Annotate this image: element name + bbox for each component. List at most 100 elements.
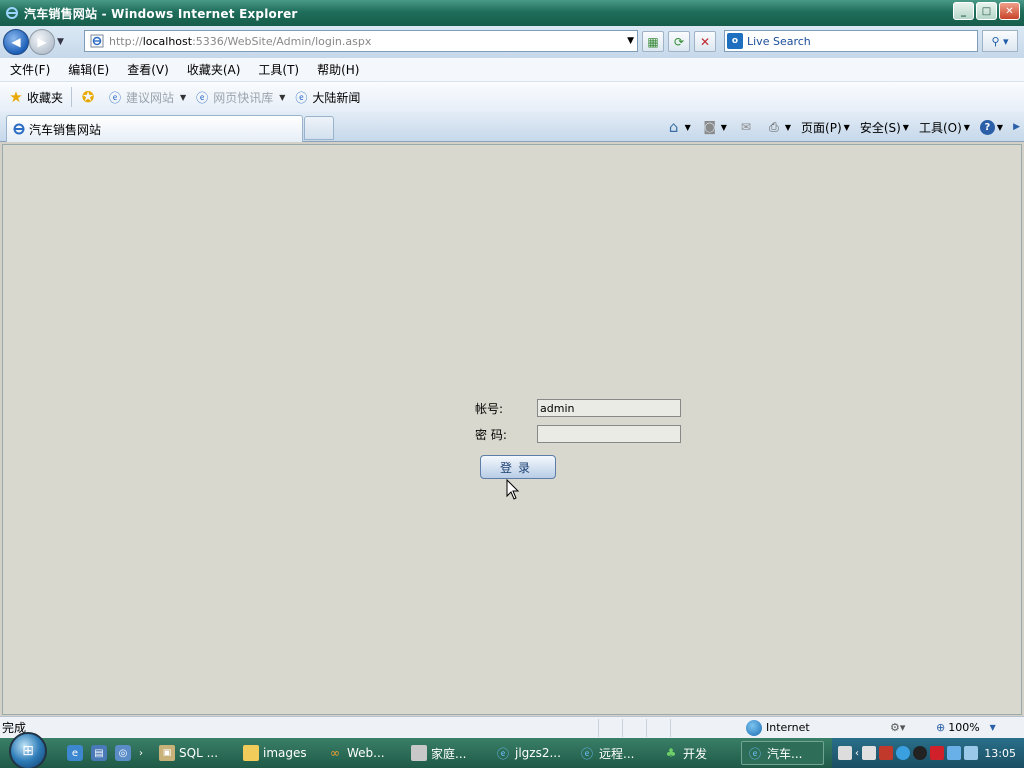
star-icon: ★	[9, 88, 23, 106]
address-dropdown-icon[interactable]: ▼	[627, 36, 634, 46]
chevron-down-icon: ▼	[902, 122, 909, 132]
compatibility-view-button[interactable]: ▦	[642, 31, 664, 52]
favorites-label: 收藏夹	[27, 90, 64, 105]
minimize-button[interactable]: _	[953, 2, 974, 20]
password-row: 密 码:	[475, 421, 681, 447]
favorites-bar: ★ 收藏夹 ✪ ⓔ 建议网站 ▼ ⓔ 网页快讯库 ▼ ⓔ 大陆新闻	[0, 82, 1024, 112]
fav-web-slices[interactable]: ⓔ 网页快讯库 ▼	[194, 89, 285, 106]
fav-mainland-news[interactable]: ⓔ 大陆新闻	[293, 89, 360, 106]
page-menu-button[interactable]: 页面(P) ▼	[801, 119, 850, 136]
address-bar[interactable]: http://localhost:5336/WebSite/Admin/logi…	[84, 30, 638, 52]
tab-row: 汽车销售网站 ⌂ ▼ ◙ ▼ ✉ ⎙ ▼ 页面(P) ▼ 安全(S) ▼ 工具(O) ▼ ?…	[0, 112, 1024, 142]
security-zone[interactable]: Internet	[746, 719, 810, 736]
ie-quicklaunch-icon[interactable]: e	[67, 745, 83, 761]
task-button[interactable]: ♣ 开发	[657, 741, 740, 765]
refresh-icon: ⟳	[673, 34, 685, 49]
zoom-level: 100%	[948, 721, 980, 734]
menu-edit[interactable]: 编辑(E)	[58, 61, 117, 78]
search-box[interactable]: o Live Search	[724, 30, 978, 52]
chevron-right-icon[interactable]: ›	[139, 748, 143, 759]
ie-page-icon	[11, 121, 27, 137]
window-title: 汽车销售网站 - Windows Internet Explorer	[24, 6, 298, 21]
stop-icon: ✕	[699, 34, 711, 49]
help-icon: ?	[979, 119, 995, 135]
feeds-button[interactable]: ◙ ▼	[701, 118, 727, 136]
explorer-window-icon	[411, 745, 427, 761]
account-input[interactable]	[537, 399, 681, 417]
task-button[interactable]: ∞ Web...	[321, 741, 404, 765]
tray-app-icon[interactable]	[862, 746, 876, 760]
task-button[interactable]: ⓔ 远程...	[573, 741, 656, 765]
chevron-down-icon: ▼	[720, 122, 727, 132]
task-label: jlgzs2...	[515, 746, 561, 760]
ie-page-icon: ⓔ	[748, 746, 761, 761]
tab-current[interactable]: 汽车销售网站	[6, 115, 303, 142]
qq-icon[interactable]	[913, 746, 927, 760]
chevron-right-icon: ▶	[1013, 122, 1020, 132]
chevron-left-icon[interactable]: ‹	[855, 748, 859, 759]
task-button[interactable]: ▣ SQL ...	[153, 741, 236, 765]
chevron-down-icon: ▼	[784, 122, 792, 132]
back-button[interactable]: ◀	[3, 29, 29, 55]
navigation-bar: ◀ ▶ ▼ http://localhost:5336/WebSite/Admi…	[0, 26, 1024, 58]
task-button-active[interactable]: ⓔ 汽车...	[741, 741, 824, 765]
password-input[interactable]	[537, 425, 681, 443]
chevron-down-icon[interactable]: ▼	[180, 93, 186, 102]
menu-view[interactable]: 查看(V)	[117, 61, 177, 78]
close-window-button[interactable]: ✕	[999, 2, 1020, 20]
login-button[interactable]: 登录	[480, 455, 556, 479]
taskbar: ⊞ e ▤ ◎ › ▣ SQL ... images ∞ Web... 家庭..…	[0, 732, 1024, 768]
page-content: 帐号: 密 码: 登录	[2, 144, 1022, 715]
address-url[interactable]: http://localhost:5336/WebSite/Admin/logi…	[109, 35, 371, 48]
read-mail-button[interactable]: ✉	[737, 118, 755, 136]
protected-mode-icon[interactable]: ⚙▾	[890, 721, 905, 734]
chevron-down-icon[interactable]: ▼	[279, 93, 285, 102]
show-desktop-icon[interactable]: ▤	[91, 745, 107, 761]
clock[interactable]: 13:05	[984, 747, 1016, 760]
tray-app-icon[interactable]	[879, 746, 893, 760]
tray-app-icon[interactable]	[896, 746, 910, 760]
print-button[interactable]: ⎙ ▼	[765, 118, 791, 136]
search-input[interactable]: Live Search	[747, 35, 811, 48]
home-button[interactable]: ⌂ ▼	[665, 118, 691, 136]
add-favorite-button[interactable]: ✪	[80, 88, 99, 106]
menu-bar: 文件(F) 编辑(E) 查看(V) 收藏夹(A) 工具(T) 帮助(H)	[0, 58, 1024, 82]
safety-menu-label: 安全(S)	[859, 120, 901, 135]
menu-file[interactable]: 文件(F)	[0, 61, 58, 78]
more-commands-button[interactable]: ▶	[1013, 122, 1020, 132]
recent-pages-dropdown[interactable]: ▼	[57, 37, 69, 47]
task-label: images	[263, 746, 307, 760]
help-button[interactable]: ? ▼	[979, 119, 1003, 135]
network-icon[interactable]	[947, 746, 961, 760]
tools-menu-button[interactable]: 工具(O) ▼	[919, 119, 970, 136]
fav-mainland-news-label: 大陆新闻	[312, 90, 361, 105]
task-button[interactable]: images	[237, 741, 320, 765]
favorites-button[interactable]: ★ 收藏夹	[8, 88, 64, 106]
search-button[interactable]: ⚲ ▾	[982, 30, 1018, 52]
search-icon: ⚲ ▾	[991, 34, 1009, 48]
switch-windows-icon[interactable]: ◎	[115, 745, 131, 761]
task-button[interactable]: ⓔ jlgzs2...	[489, 741, 572, 765]
menu-favorites[interactable]: 收藏夹(A)	[177, 61, 249, 78]
task-label: 家庭...	[431, 746, 467, 761]
status-bar: 完成 Internet ⚙▾ ⊕ 100% ▼	[0, 716, 1024, 738]
keyboard-icon[interactable]	[838, 746, 852, 760]
task-button[interactable]: 家庭...	[405, 741, 488, 765]
start-button[interactable]: ⊞	[9, 732, 47, 768]
new-tab-button[interactable]	[304, 116, 334, 140]
stop-button[interactable]: ✕	[694, 31, 716, 52]
status-cell	[598, 718, 622, 737]
account-row: 帐号:	[475, 395, 681, 421]
menu-tools[interactable]: 工具(T)	[248, 61, 307, 78]
safety-menu-button[interactable]: 安全(S) ▼	[860, 119, 909, 136]
refresh-button[interactable]: ⟳	[668, 31, 690, 52]
volume-icon[interactable]	[964, 746, 978, 760]
task-label: 开发	[683, 746, 708, 761]
zone-label: Internet	[766, 721, 810, 734]
ati-icon[interactable]	[930, 746, 944, 760]
fav-suggested-sites[interactable]: ⓔ 建议网站 ▼	[107, 89, 186, 106]
menu-help[interactable]: 帮助(H)	[307, 61, 367, 78]
zoom-control[interactable]: ⊕ 100% ▼	[936, 721, 996, 734]
restore-button[interactable]: □	[976, 2, 997, 20]
forward-button[interactable]: ▶	[29, 29, 55, 55]
